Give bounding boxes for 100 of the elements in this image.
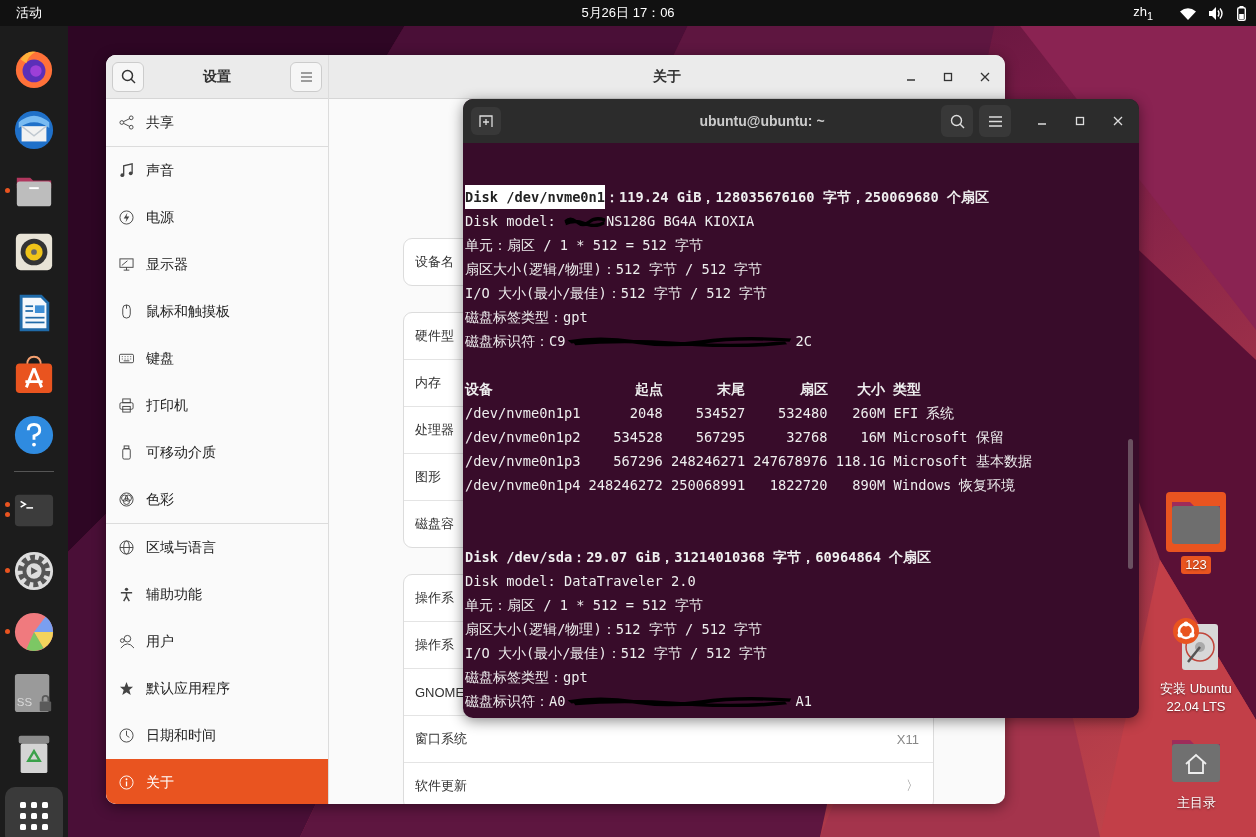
sound-icon [119,163,134,178]
table-cell-text: EFI 系统 [892,404,956,423]
table-cell-text: 260M [851,404,886,423]
volume-icon[interactable] [1209,6,1224,20]
color-icon [119,492,134,507]
battery-icon[interactable] [1237,5,1246,21]
terminal-line: 扇区大小(逻辑/物理)：512 字节 / 512 字节 [465,260,763,279]
terminal-line: 扇区大小(逻辑/物理)：512 字节 / 512 字节 [465,620,763,639]
desktop-icon-label[interactable]: 安装 Ubuntu 22.04 LTS [1156,680,1236,716]
sidebar-item[interactable]: 鼠标和触摸板 [106,288,328,335]
column-header: 起点 [633,380,663,399]
sidebar-item[interactable]: 辅助功能 [106,571,328,618]
sidebar-item[interactable]: 电源 [106,194,328,241]
sidebar-item[interactable]: 用户 [106,618,328,665]
table-cell-text: /dev/nvme0n1p3 [465,452,581,471]
terminal-line: Disk model: DataTraveler 2.0 [465,572,696,591]
window-title: 关于 [653,67,681,86]
new-tab-button[interactable] [471,107,501,135]
table-cell-text: /dev/nvme0n1p1 [465,404,581,423]
info-label: 操作系 [415,589,454,607]
search-icon [120,69,136,84]
display-icon [119,257,134,272]
info-label: 软件更新 [415,777,467,795]
sidebar-item[interactable]: 区域与语言 [106,524,328,571]
sidebar-item[interactable]: 日期和时间 [106,712,328,759]
desktop-icon-label[interactable]: 主目录 [1172,794,1220,812]
info-label: 硬件型 [415,327,454,345]
region-icon [119,540,134,555]
mail-icon[interactable] [13,108,55,151]
table-cell-text: 247678976 [752,452,828,471]
table-cell-text: /dev/nvme0n1p2 [465,428,581,447]
sidebar-item[interactable]: 显示器 [106,241,328,288]
column-header: 设备 [465,380,494,399]
terminal-text: Disk model: [465,212,557,231]
star-icon [119,681,134,696]
terminal-line: Disk /dev/sda：29.07 GiB，31214010368 字节，60964864 个扇区 [465,548,932,567]
table-cell-text: 534528 [612,428,663,447]
search-button[interactable] [112,61,144,92]
search-icon [949,113,965,129]
terminal-line: 磁盘标签类型：gpt [465,668,588,687]
clock-icon [119,728,134,743]
wifi-icon[interactable] [1180,6,1196,20]
menu-icon [988,115,1002,127]
info-label: 操作系 [415,636,454,654]
table-cell-text: Microsoft 保留 [892,428,1005,447]
table-cell-text: 890M [851,476,886,495]
terminal-text: A1 [795,692,812,711]
printer-icon [119,398,134,413]
sidebar-item[interactable]: 色彩 [106,476,328,523]
window-title: ubuntu@ubuntu: ~ [698,113,826,129]
terminal-line: 磁盘标签类型：gpt [465,308,588,327]
maximize-icon[interactable] [943,71,953,82]
sidebar-item[interactable]: 声音 [106,147,328,194]
removable-icon [119,445,134,460]
column-header: 扇区 [798,380,828,399]
close-icon[interactable] [980,71,990,82]
sidebar-title: 设置 [203,67,231,86]
keyboard-icon [119,351,134,366]
sidebar-item[interactable]: 打印机 [106,382,328,429]
info-label: 磁盘容 [415,515,454,533]
scrollbar[interactable] [1128,439,1133,569]
sidebar-item[interactable]: 可移动介质 [106,429,328,476]
info-label: 处理器 [415,421,454,439]
info-value: 〉 [906,777,919,795]
table-cell-text: 250068991 [669,476,746,495]
info-label: GNOME [415,684,465,700]
table-cell-text: Windows 恢复环境 [892,476,1017,495]
sidebar-item[interactable]: 关于 [106,759,328,804]
terminal-line: I/O 大小(最小/最佳)：512 字节 / 512 字节 [465,644,768,663]
column-header: 大小 [856,380,886,399]
table-cell-text: Microsoft 基本数据 [892,452,1032,471]
table-cell-text: 32768 [785,428,828,447]
terminal-line: ：119.24 GiB，128035676160 字节，250069680 个扇区 [605,188,990,207]
desktop-icon-label[interactable]: 123 [1181,556,1211,574]
power-icon [119,210,134,225]
menu-button[interactable] [979,105,1011,137]
search-button[interactable] [941,105,973,137]
about-icon [119,775,134,790]
terminal-text: 磁盘标识符：C9 [465,332,566,351]
grid-icon [20,802,48,830]
table-cell-text: 1822720 [768,476,828,495]
sidebar-item[interactable]: 默认应用程序 [106,665,328,712]
clock[interactable]: 5月26日 17：06 [581,4,675,22]
sidebar-item[interactable]: 共享 [106,99,328,146]
pie-chart-icon[interactable] [13,610,55,653]
input-method-indicator[interactable]: zh$_{1}$ [1133,4,1153,22]
table-cell-text: /dev/nvme0n1p4 [465,476,581,495]
selected-text: Disk /dev/nvme0n1 [465,185,606,209]
table-cell-text: 248246271 [669,452,746,471]
settings-icon[interactable] [13,549,55,592]
users-icon [119,634,134,649]
table-cell-text: 532480 [777,404,828,423]
mouse-icon [119,304,134,319]
help-icon[interactable] [13,413,55,456]
terminal-text: 2C [795,332,812,351]
terminal-line: 单元：扇区 / 1 * 512 = 512 字节 [465,596,704,615]
sidebar-item[interactable]: 键盘 [106,335,328,382]
new-tab-icon [479,114,493,128]
table-cell-text: 16M [859,428,886,447]
activities-button[interactable]: 活动 [16,4,42,22]
